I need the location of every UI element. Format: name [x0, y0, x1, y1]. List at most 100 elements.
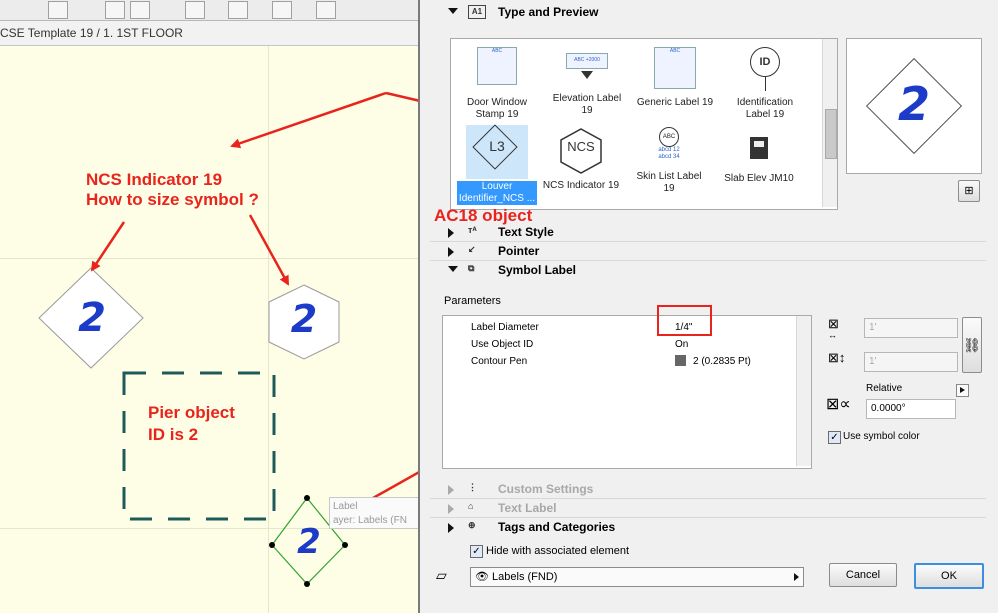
pen-color-swatch: [675, 355, 686, 366]
library-scrollbar[interactable]: [822, 39, 837, 207]
angle-field[interactable]: 0.0000°: [866, 399, 956, 419]
divider: [430, 498, 986, 499]
tooltip-title: Label: [333, 501, 358, 512]
width-arrow-icon: ↔: [828, 330, 837, 340]
library-item-caption: Generic Label 19: [636, 97, 714, 108]
section-label: Pointer: [498, 244, 540, 258]
parameters-scrollbar[interactable]: [796, 316, 811, 466]
tags-icon: ⊕: [468, 520, 476, 530]
preview-symbol-id: 2: [897, 77, 930, 131]
library-item-caption: Louver Identifier_NCS ...: [457, 181, 537, 205]
section-tags-categories[interactable]: ⊕ Tags and Categories: [430, 519, 996, 537]
expand-icon: [448, 228, 454, 238]
layer-select-value: Labels (FND): [492, 571, 558, 583]
preview-options-button[interactable]: ⊞: [958, 180, 980, 202]
divider: [430, 260, 986, 261]
elevation-icon: ABC +2000: [566, 53, 608, 69]
section-symbol-label[interactable]: ⧉ Symbol Label: [430, 262, 996, 280]
cancel-button[interactable]: Cancel: [829, 563, 897, 587]
highlight-box: [657, 305, 712, 336]
generic-label-icon: ABC: [654, 47, 696, 89]
library-item-caption: Skin List Label: [636, 171, 702, 182]
preview-options-icon: ⊞: [964, 185, 974, 197]
selection-handle[interactable]: [269, 542, 275, 548]
stamp-icon: ABC: [477, 47, 517, 85]
annotation-pier-line1: Pier object: [148, 403, 235, 422]
library-item-identification-label[interactable]: ID Identification Label 19: [721, 47, 809, 121]
divider: [430, 241, 986, 242]
id-circle-icon: ID: [750, 47, 780, 77]
library-item-slab-elev[interactable]: Slab Elev JM10: [715, 137, 803, 185]
use-symbol-color-label: Use symbol color: [843, 431, 920, 442]
library-item-elevation-label[interactable]: ABC +2000 Elevation Label 19: [543, 47, 631, 117]
scrollbar-thumb[interactable]: [825, 109, 837, 159]
library-item-caption: Slab Elev JM10: [724, 173, 794, 184]
skin-list-icon: abcd 12 abcd 34: [658, 147, 680, 160]
use-object-id-value[interactable]: On: [675, 339, 688, 350]
annotation-arrow: [90, 221, 126, 272]
pointer-line-icon: [764, 77, 766, 91]
section-text-style[interactable]: ᴛᴬ Text Style: [430, 224, 996, 242]
section-label: Symbol Label: [498, 263, 577, 277]
chain-link-button[interactable]: ⛓: [962, 317, 982, 373]
tooltip-layer: ayer: Labels (FN: [333, 515, 407, 526]
annotation-ncs-question: How to size symbol ?: [86, 190, 259, 209]
section-type-preview[interactable]: A1 Type and Preview: [430, 4, 996, 22]
use-symbol-color-checkbox[interactable]: ✓: [828, 431, 841, 444]
text-style-icon: ᴛᴬ: [468, 225, 477, 235]
relative-menu-button[interactable]: [956, 384, 969, 397]
library-item-caption: Door Window: [466, 97, 528, 108]
expand-icon: [448, 485, 454, 495]
library-item-caption: Stamp 19: [475, 109, 519, 120]
library-item-door-window-stamp[interactable]: ABC Door Window Stamp 19: [453, 47, 541, 121]
custom-settings-icon: ⋮: [468, 482, 477, 492]
selection-handle[interactable]: [342, 542, 348, 548]
expand-icon: [448, 266, 458, 272]
param-name: Contour Pen: [471, 356, 528, 367]
diamond-symbol-id: 2: [78, 295, 106, 341]
expand-icon: [448, 523, 454, 533]
elevation-marker-icon: [581, 71, 593, 79]
louver-icon-bg: L3: [466, 124, 528, 179]
library-browser[interactable]: ABC Door Window Stamp 19 ABC +2000 Eleva…: [450, 38, 838, 210]
section-text-label[interactable]: ⌂ Text Label: [430, 500, 996, 518]
library-item-caption: NCS Indicator 19: [542, 180, 620, 191]
library-item-generic-label[interactable]: ABC Generic Label 19: [631, 47, 719, 109]
width-field[interactable]: 1': [864, 318, 958, 338]
slab-elev-icon: [750, 137, 768, 159]
section-pointer[interactable]: ↙ Pointer: [430, 243, 996, 261]
divider: [430, 517, 986, 518]
section-label: Custom Settings: [498, 482, 594, 496]
contour-pen-value[interactable]: 2 (0.2835 Pt): [693, 356, 751, 367]
expand-icon: [448, 8, 458, 14]
library-item-caption: 19: [663, 183, 675, 194]
library-item-ncs-indicator[interactable]: NCS NCS Indicator 19: [537, 127, 625, 192]
hide-with-element-checkbox[interactable]: ✓: [470, 545, 483, 558]
section-label: Text Style: [498, 225, 554, 239]
hexagon-symbol-id: 2: [290, 297, 318, 341]
library-item-skin-list-label[interactable]: ABC abcd 12 abcd 34 Skin List Label 19: [625, 127, 713, 195]
annotation-arrow: [248, 214, 290, 286]
parameters-list[interactable]: Label Diameter 1/4" Use Object ID On Con…: [442, 315, 812, 469]
pier-object[interactable]: [122, 371, 276, 521]
annotation-ac18: AC18 object: [434, 206, 533, 225]
library-item-caption: Identification: [736, 97, 794, 108]
annotation-ncs-title: NCS Indicator 19: [86, 170, 223, 189]
ok-button[interactable]: OK: [914, 563, 984, 589]
selection-handle[interactable]: [304, 495, 310, 501]
library-item-caption: 19: [581, 105, 593, 116]
param-name: Label Diameter: [471, 322, 539, 333]
louver-icon-text: L3: [489, 138, 505, 154]
library-item-louver-identifier[interactable]: L3 Louver Identifier_NCS ...: [453, 124, 541, 205]
relative-label: Relative: [866, 383, 903, 394]
section-custom-settings[interactable]: ⋮ Custom Settings: [430, 481, 996, 499]
expand-icon: [448, 247, 454, 257]
type-preview-icon: A1: [468, 5, 486, 19]
section-label: Text Label: [498, 501, 557, 515]
selection-handle[interactable]: [304, 581, 310, 587]
library-item-caption: Label 19: [745, 109, 785, 120]
hide-with-element-label: Hide with associated element: [486, 545, 630, 557]
height-field[interactable]: 1': [864, 352, 958, 372]
layer-select[interactable]: 👁 Labels (FND): [470, 567, 804, 587]
symbol-label-icon: ⧉: [468, 263, 475, 273]
